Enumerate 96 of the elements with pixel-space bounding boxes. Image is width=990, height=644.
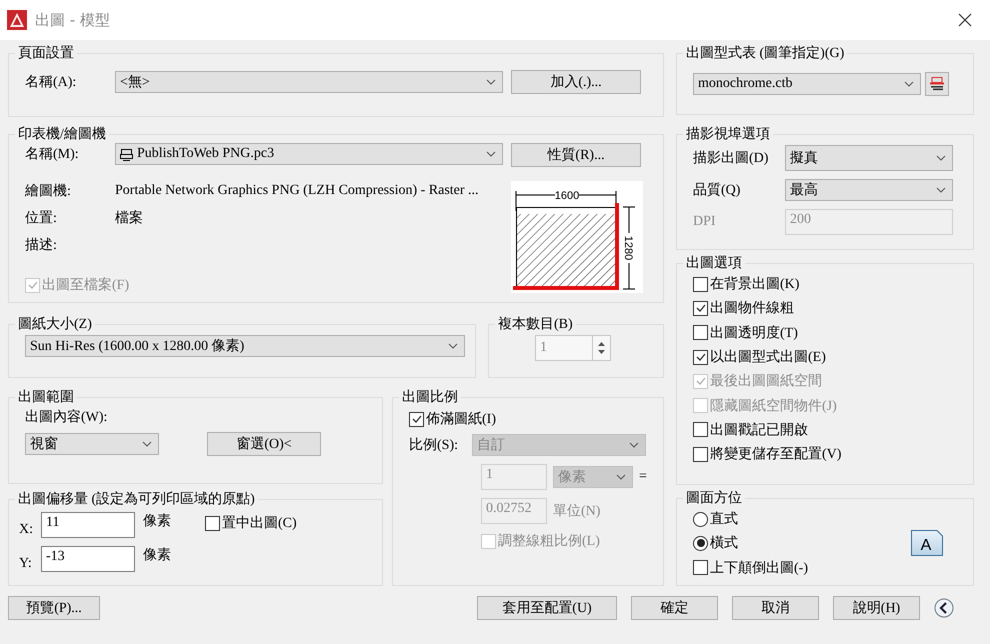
chevron-down-icon (936, 155, 946, 161)
checkbox-label: 置中出圖(C) (222, 514, 297, 532)
checkbox-label: 隱藏圖紙空間物件(J) (710, 397, 837, 415)
field-label: 名稱(M): (25, 146, 80, 163)
app-logo-icon (7, 10, 27, 30)
group-title: 頁面設置 (17, 44, 75, 62)
group-title: 圖紙大小(Z) (17, 316, 93, 333)
checkbox-label: 以出圖型式出圖(E) (710, 348, 826, 366)
group-title: 描影視埠選項 (685, 126, 771, 143)
chevron-down-icon (936, 187, 946, 193)
dialog-button[interactable]: 取消 (732, 596, 819, 620)
close-icon[interactable] (958, 13, 972, 27)
checkbox-label: 出圖物件線粗 (710, 300, 794, 318)
chevron-down-icon (448, 343, 458, 349)
field-label: DPI (693, 214, 717, 230)
checkbox[interactable] (693, 560, 708, 576)
checkmark-icon (694, 351, 706, 364)
field-label: 繪圖機: (25, 182, 72, 200)
group-title: 出圖偏移量 (設定為可列印區域的原點) (17, 490, 256, 508)
field-label: 比例(S): (409, 436, 458, 454)
field-label: 名稱(A): (25, 74, 78, 91)
field-label: 描影出圖(D) (693, 150, 770, 167)
edit-button[interactable] (925, 72, 949, 96)
input-field[interactable]: 11 (41, 512, 135, 538)
dropdown[interactable]: 擬真 (785, 145, 953, 171)
checkmark-icon (694, 375, 706, 388)
field-label: X: (19, 522, 34, 538)
input-field[interactable]: -13 (41, 546, 135, 572)
checkbox[interactable] (205, 516, 220, 531)
group-title: 出圖比例 (401, 388, 459, 406)
group-title: 圖面方位 (685, 489, 743, 507)
group-title: 出圖型式表 (圖筆指定)(G) (685, 44, 846, 62)
dialog-button[interactable]: 套用至配置(U) (477, 596, 617, 620)
field-label: Y: (19, 556, 33, 572)
group-title: 複本數目(B) (497, 316, 574, 333)
radio-label: 直式 (710, 510, 738, 528)
printer-icon (120, 148, 133, 160)
radio-button[interactable] (693, 536, 708, 551)
checkbox[interactable] (693, 325, 708, 340)
dropdown[interactable]: 最高 (785, 179, 953, 201)
dropdown[interactable]: 視窗 (25, 433, 159, 455)
unit-label: 單位(N) (553, 502, 600, 520)
checkbox-label: 出圖戳記已開啟 (710, 422, 808, 439)
group-title: 出圖範圍 (17, 388, 75, 406)
add-button[interactable]: 加入(.)... (511, 70, 641, 94)
checkbox-label: 調整線粗比例(L) (498, 532, 600, 550)
field-label: 品質(Q) (693, 182, 742, 199)
dropdown[interactable]: <無> (115, 71, 503, 93)
chevron-down-icon (616, 474, 626, 480)
window-select-button[interactable]: 窗選(O)< (207, 432, 321, 456)
page-letter: A (920, 537, 932, 554)
group-title: 出圖選項 (685, 254, 743, 272)
checkbox[interactable] (693, 276, 708, 292)
chevron-down-icon (486, 151, 496, 157)
checkbox-label: 出圖透明度(T) (710, 324, 798, 342)
field-value: Portable Network Graphics PNG (LZH Compression) - Raster ... (115, 182, 479, 198)
checkbox-label: 最後出圖圖紙空間 (710, 372, 822, 390)
dropdown[interactable]: monochrome.ctb (693, 73, 921, 95)
window-title: 出圖 - 模型 (35, 10, 110, 30)
unit-label: 像素 (142, 512, 172, 530)
field-label: 出圖內容(W): (25, 408, 108, 426)
dropdown[interactable]: Sun Hi-Res (1600.00 x 1280.00 像素) (25, 335, 465, 357)
width-dimension: 1600 (554, 190, 580, 202)
checkbox-label: 上下顛倒出圖(-) (710, 560, 808, 577)
checkmark-icon (26, 279, 38, 291)
height-dimension: 1280 (622, 236, 634, 260)
checkbox[interactable] (693, 300, 708, 316)
equals-sign: = (639, 469, 647, 485)
chevron-down-icon (629, 442, 639, 448)
preview-button[interactable]: 預覽(P)... (8, 596, 100, 620)
checkmark-icon (410, 413, 422, 425)
chevron-down-icon (142, 441, 152, 447)
chevron-down-icon (486, 79, 496, 85)
chevron-down-icon (904, 81, 914, 87)
printer-icon (929, 76, 945, 92)
checkbox-label: 佈滿圖紙(I) (426, 410, 496, 428)
field-label: 位置: (25, 210, 58, 226)
radio-button[interactable] (693, 512, 708, 527)
radio-label: 橫式 (710, 534, 738, 552)
checkbox[interactable] (693, 422, 708, 438)
checkbox[interactable] (409, 412, 424, 426)
checkbox[interactable] (693, 350, 708, 365)
group-title: 印表機/繪圖機 (17, 126, 107, 143)
unit-label: 像素 (142, 546, 172, 564)
dialog-button[interactable]: 說明(H) (833, 596, 920, 620)
collapse-left-icon[interactable] (934, 598, 954, 618)
properties-button[interactable]: 性質(R)... (511, 143, 641, 167)
checkbox[interactable] (693, 446, 708, 462)
field-value: 檔案 (115, 209, 143, 226)
field-label: 描述: (25, 236, 58, 254)
dropdown[interactable]: PublishToWeb PNG.pc3 (115, 143, 503, 165)
checkbox-label: 出圖至檔案(F) (42, 276, 130, 294)
dialog-button[interactable]: 確定 (631, 596, 718, 620)
checkbox-label: 將變更儲存至配置(V) (710, 446, 842, 464)
checkmark-icon (694, 302, 706, 314)
checkbox-label: 在背景出圖(K) (710, 275, 800, 294)
